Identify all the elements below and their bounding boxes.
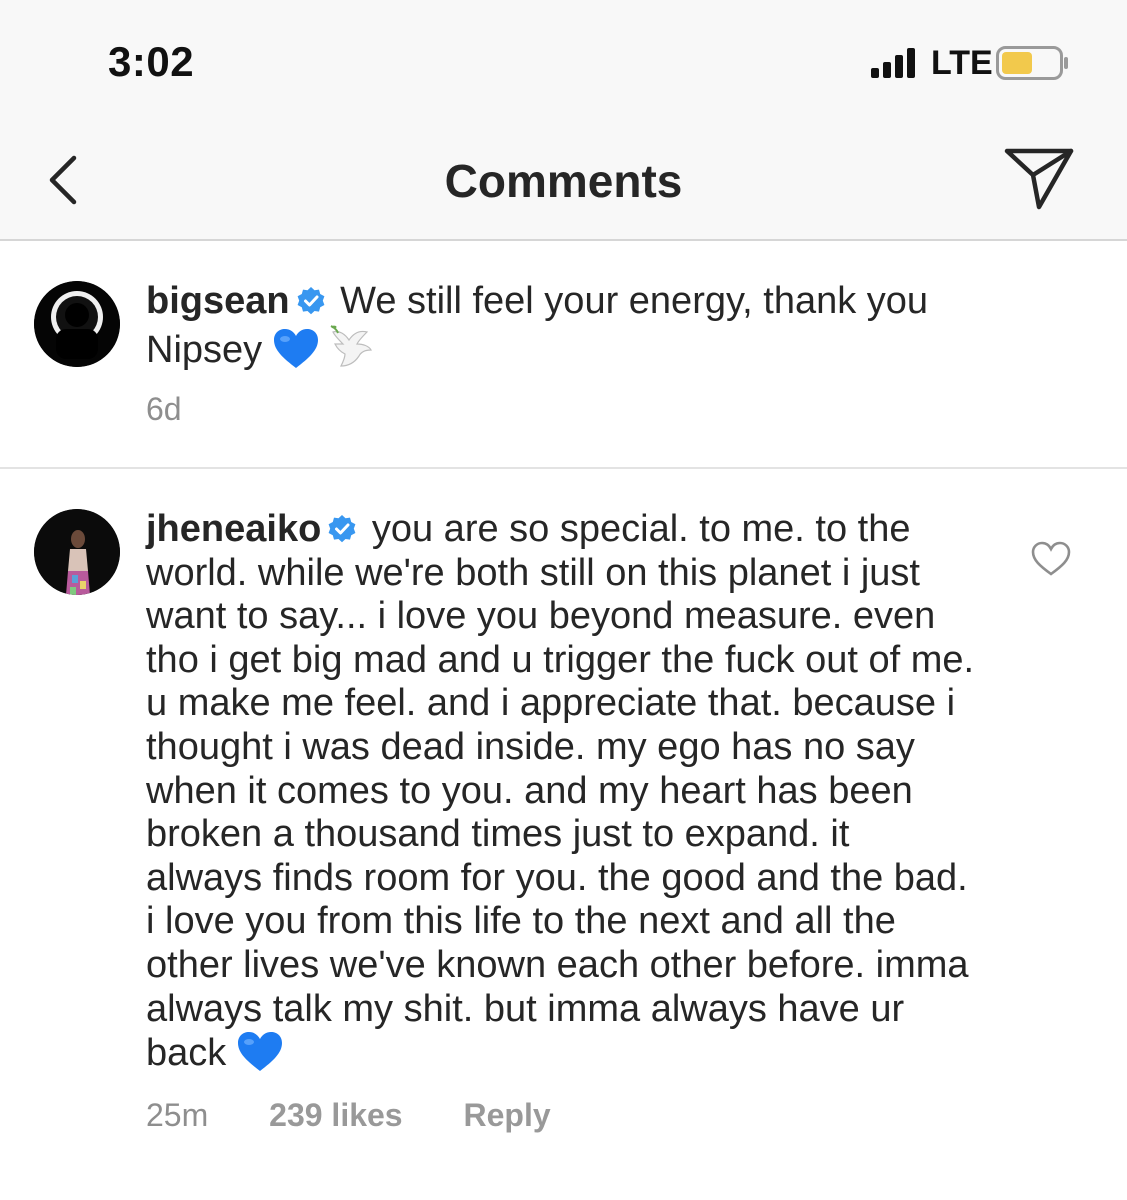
verified-badge-icon bbox=[297, 287, 325, 315]
blue-heart-icon bbox=[273, 328, 318, 368]
signal-bars-icon bbox=[871, 48, 915, 78]
comment-meta: 6d bbox=[146, 391, 234, 428]
dove-icon bbox=[330, 324, 373, 367]
comment-message: you are so special. to me. to the world.… bbox=[146, 508, 975, 1075]
status-time: 3:02 bbox=[108, 38, 195, 85]
nav-bar: Comments bbox=[0, 120, 1127, 241]
comment-text: jheneaiko you are so special. to me. to … bbox=[146, 508, 976, 1076]
comment-username[interactable]: bigsean bbox=[146, 280, 290, 322]
avatar[interactable] bbox=[34, 281, 120, 367]
status-bar: 3:02 LTE bbox=[0, 0, 1127, 120]
page-title: Comments bbox=[444, 155, 683, 207]
comment-likes[interactable]: 239 likes bbox=[269, 1097, 402, 1133]
comment-item: bigsean We still feel your energy, thank… bbox=[0, 241, 1127, 469]
comment-time: 6d bbox=[146, 391, 182, 427]
reply-button[interactable]: Reply bbox=[463, 1097, 550, 1133]
paper-plane-icon[interactable] bbox=[1003, 147, 1075, 211]
comment-meta: 25m 239 likes Reply bbox=[146, 1097, 603, 1134]
avatar[interactable] bbox=[34, 509, 120, 595]
battery-icon bbox=[996, 46, 1068, 80]
comment-text: bigsean We still feel your energy, thank… bbox=[146, 280, 976, 372]
comment-time: 25m bbox=[146, 1097, 209, 1133]
verified-badge-icon bbox=[328, 515, 356, 543]
network-type: LTE bbox=[931, 44, 993, 82]
comment-item: jheneaiko you are so special. to me. to … bbox=[0, 469, 1127, 1200]
comment-username[interactable]: jheneaiko bbox=[146, 508, 321, 550]
blue-heart-icon bbox=[237, 1032, 282, 1072]
like-heart-icon[interactable] bbox=[1031, 541, 1071, 577]
